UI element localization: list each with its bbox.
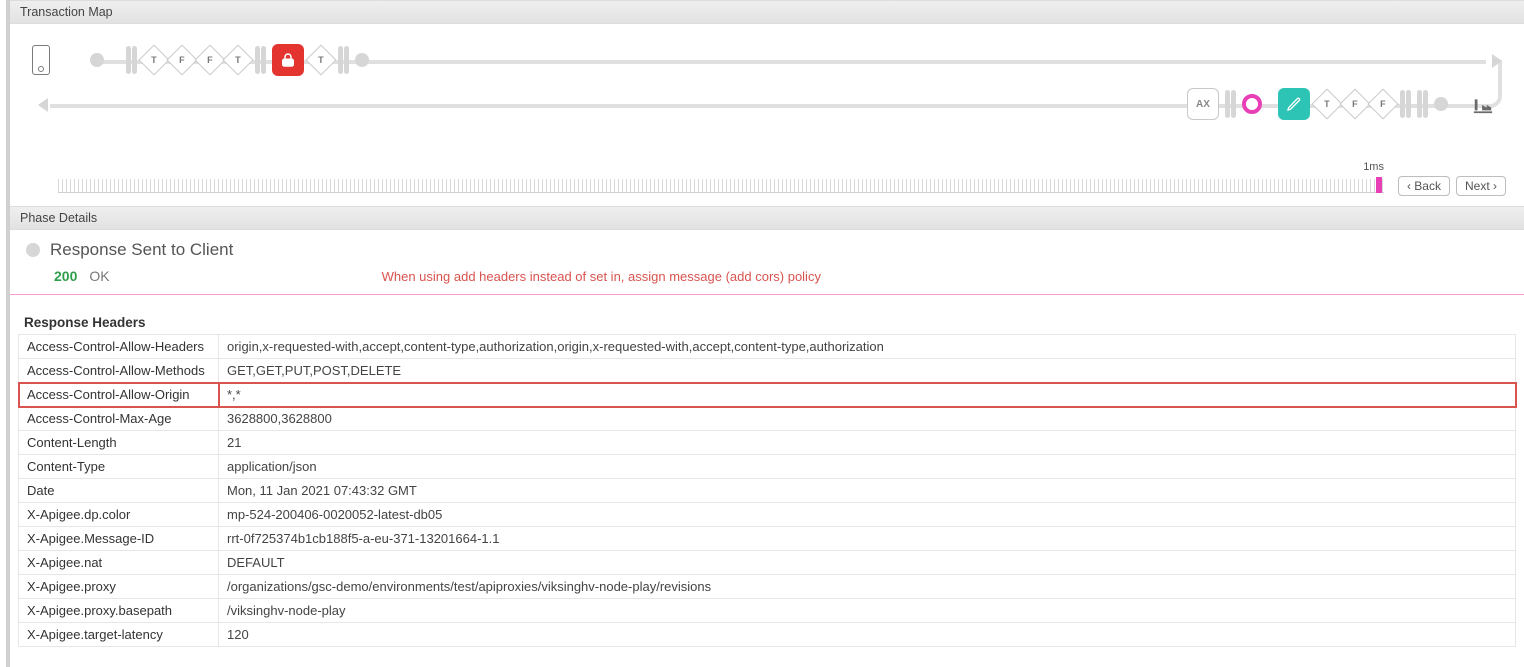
table-row: Content-Length21 <box>19 431 1516 455</box>
selected-flow-node[interactable] <box>1242 94 1262 114</box>
next-button[interactable]: Next › <box>1456 176 1506 196</box>
table-row: Access-Control-Allow-Origin*,* <box>19 383 1516 407</box>
table-row: X-Apigee.Message-IDrrt-0f725374b1cb188f5… <box>19 527 1516 551</box>
annotation-text: When using add headers instead of set in… <box>382 269 821 284</box>
table-row: X-Apigee.proxy.basepath/viksinghv-node-p… <box>19 599 1516 623</box>
status-code: 200 <box>54 268 77 284</box>
header-name: Date <box>19 479 219 503</box>
timing-label: 1ms <box>1363 161 1384 173</box>
header-name: Access-Control-Allow-Methods <box>19 359 219 383</box>
condition-diamond[interactable]: T <box>305 44 336 75</box>
table-row: Access-Control-Max-Age3628800,3628800 <box>19 407 1516 431</box>
assign-message-policy-icon[interactable] <box>1278 88 1310 120</box>
table-row: Access-Control-Allow-MethodsGET,GET,PUT,… <box>19 359 1516 383</box>
header-value: rrt-0f725374b1cb188f5-a-eu-371-13201664-… <box>219 527 1516 551</box>
divider <box>10 294 1524 295</box>
header-value: 120 <box>219 623 1516 647</box>
header-value: Mon, 11 Jan 2021 07:43:32 GMT <box>219 479 1516 503</box>
phase-dot-icon <box>26 243 40 257</box>
header-value: 3628800,3628800 <box>219 407 1516 431</box>
table-row: Content-Typeapplication/json <box>19 455 1516 479</box>
condition-diamond[interactable]: F <box>194 44 225 75</box>
security-policy-icon[interactable] <box>272 44 304 76</box>
condition-diamond[interactable]: F <box>166 44 197 75</box>
arrow-right-icon <box>1492 54 1502 68</box>
response-headers-table: Access-Control-Allow-Headersorigin,x-req… <box>18 334 1516 647</box>
transaction-map-header: Transaction Map <box>10 0 1524 24</box>
table-row: DateMon, 11 Jan 2021 07:43:32 GMT <box>19 479 1516 503</box>
flow-pillar-icon[interactable] <box>1417 90 1428 118</box>
back-button[interactable]: ‹ Back <box>1398 176 1450 196</box>
header-name: Content-Length <box>19 431 219 455</box>
header-name: X-Apigee.dp.color <box>19 503 219 527</box>
flow-pillar-icon[interactable] <box>1400 90 1411 118</box>
flow-pillar-icon[interactable] <box>255 46 266 74</box>
header-name: X-Apigee.proxy <box>19 575 219 599</box>
response-headers-title: Response Headers <box>18 311 1516 334</box>
condition-diamond[interactable]: T <box>222 44 253 75</box>
condition-diamond[interactable]: T <box>138 44 169 75</box>
header-value: GET,GET,PUT,POST,DELETE <box>219 359 1516 383</box>
condition-diamond[interactable]: F <box>1339 88 1370 119</box>
client-phone-icon[interactable] <box>32 45 50 75</box>
flow-node[interactable] <box>1434 97 1448 111</box>
header-value: mp-524-200406-0020052-latest-db05 <box>219 503 1516 527</box>
table-row: Access-Control-Allow-Headersorigin,x-req… <box>19 335 1516 359</box>
transaction-map: T F F T T AX T <box>10 24 1524 206</box>
header-value: 21 <box>219 431 1516 455</box>
header-name: X-Apigee.nat <box>19 551 219 575</box>
table-row: X-Apigee.target-latency120 <box>19 623 1516 647</box>
header-name: X-Apigee.target-latency <box>19 623 219 647</box>
header-value: /viksinghv-node-play <box>219 599 1516 623</box>
header-name: Access-Control-Allow-Headers <box>19 335 219 359</box>
flow-pillar-icon[interactable] <box>126 46 137 74</box>
header-name: X-Apigee.Message-ID <box>19 527 219 551</box>
condition-diamond[interactable]: T <box>1311 88 1342 119</box>
header-value: DEFAULT <box>219 551 1516 575</box>
arrow-left-icon <box>38 98 48 112</box>
header-value: application/json <box>219 455 1516 479</box>
flow-node[interactable] <box>355 53 369 67</box>
phase-details-header: Phase Details <box>10 206 1524 230</box>
table-row: X-Apigee.dp.colormp-524-200406-0020052-l… <box>19 503 1516 527</box>
target-server-icon[interactable] <box>1472 94 1494 114</box>
header-name: Access-Control-Max-Age <box>19 407 219 431</box>
header-value: *,* <box>219 383 1516 407</box>
header-name: X-Apigee.proxy.basepath <box>19 599 219 623</box>
table-row: X-Apigee.natDEFAULT <box>19 551 1516 575</box>
header-value: origin,x-requested-with,accept,content-t… <box>219 335 1516 359</box>
table-row: X-Apigee.proxy/organizations/gsc-demo/en… <box>19 575 1516 599</box>
ax-policy-icon[interactable]: AX <box>1187 88 1219 120</box>
header-name: Content-Type <box>19 455 219 479</box>
timing-ruler[interactable]: 1ms <box>58 179 1384 193</box>
flow-pillar-icon[interactable] <box>1225 90 1236 118</box>
phase-title: Response Sent to Client <box>50 240 233 260</box>
timing-marker <box>1376 177 1382 193</box>
flow-pillar-icon[interactable] <box>338 46 349 74</box>
status-text: OK <box>89 268 109 284</box>
condition-diamond[interactable]: F <box>1367 88 1398 119</box>
header-name: Access-Control-Allow-Origin <box>19 383 219 407</box>
flow-node[interactable] <box>90 53 104 67</box>
header-value: /organizations/gsc-demo/environments/tes… <box>219 575 1516 599</box>
